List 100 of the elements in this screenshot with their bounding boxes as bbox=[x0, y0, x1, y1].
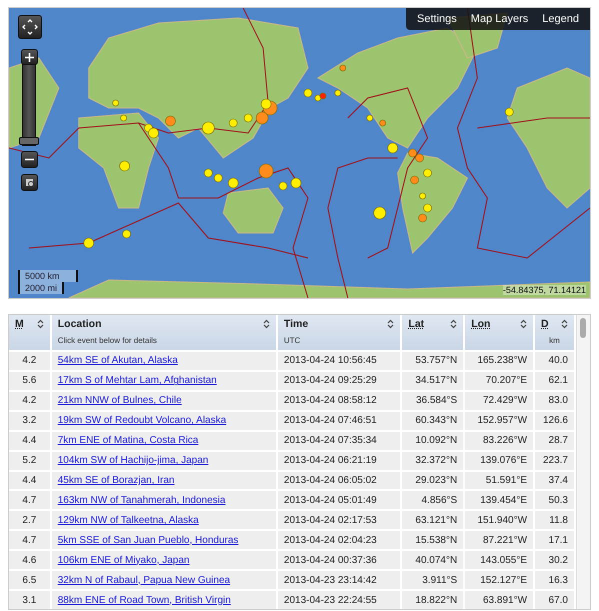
zoom-box-button[interactable] bbox=[21, 174, 38, 191]
table-cell: 6.5 bbox=[9, 570, 51, 590]
column-header[interactable]: M bbox=[9, 315, 51, 351]
table-cell: 28.7 bbox=[534, 430, 575, 451]
table-cell: 5.2 bbox=[9, 450, 51, 471]
sort-icon[interactable] bbox=[520, 319, 528, 329]
table-cell: 139.454°E bbox=[464, 490, 534, 510]
event-link[interactable]: 88km ENE of Road Town, British Virgin bbox=[58, 594, 231, 606]
table-cell: 50.3 bbox=[534, 490, 575, 510]
table-cell: 2013-04-24 05:01:49 bbox=[276, 490, 402, 510]
table-cell: 40.0 bbox=[534, 351, 575, 371]
table-cell: 83.226°W bbox=[464, 430, 534, 451]
toolbar-button[interactable]: Settings bbox=[410, 10, 464, 28]
table-cell: 152.127°E bbox=[464, 570, 534, 590]
zoom-slider-handle[interactable] bbox=[19, 137, 39, 145]
table-cell-link[interactable]: 5km SSE of San Juan Pueblo, Honduras bbox=[50, 530, 277, 550]
sort-icon[interactable] bbox=[561, 319, 568, 329]
table-cell-link[interactable]: 19km SW of Redoubt Volcano, Alaska bbox=[50, 410, 277, 431]
column-header[interactable]: Time UTC bbox=[276, 315, 402, 351]
table-cell-link[interactable]: 163km NW of Tanahmerah, Indonesia bbox=[50, 490, 277, 510]
table-cell: 2013-04-24 08:58:12 bbox=[276, 390, 402, 411]
column-title: Time bbox=[284, 318, 308, 330]
table-cell: 2013-04-24 09:25:29 bbox=[276, 370, 402, 391]
scrollbar-thumb[interactable] bbox=[580, 318, 586, 338]
table-cell-link[interactable]: 7km ENE of Matina, Costa Rica bbox=[50, 430, 277, 451]
table-cell: 10.092°N bbox=[401, 430, 464, 451]
cursor-coordinates: -54.84375, 71.14121 bbox=[502, 285, 586, 295]
table-cell-link[interactable]: 88km ENE of Road Town, British Virgin bbox=[50, 590, 277, 609]
event-link[interactable]: 17km S of Mehtar Lam, Afghanistan bbox=[58, 375, 217, 386]
table-cell: 2013-04-23 23:14:42 bbox=[276, 570, 402, 590]
toolbar-button[interactable]: Legend bbox=[535, 10, 586, 28]
table-cell: 2013-04-24 07:35:34 bbox=[276, 430, 402, 451]
table-cell: 36.584°S bbox=[401, 390, 464, 411]
event-link[interactable]: 32km N of Rabaul, Papua New Guinea bbox=[58, 574, 230, 586]
table-cell-link[interactable]: 45km SE of Borazjan, Iran bbox=[50, 470, 277, 490]
scrollbar[interactable] bbox=[576, 315, 590, 609]
table-cell-link[interactable]: 106km ENE of Miyako, Japan bbox=[50, 550, 277, 570]
table-cell: 2013-04-24 10:56:45 bbox=[276, 351, 402, 371]
event-link[interactable]: 5km SSE of San Juan Pueblo, Honduras bbox=[58, 534, 238, 546]
table-cell: 60.343°N bbox=[401, 410, 464, 431]
event-link[interactable]: 19km SW of Redoubt Volcano, Alaska bbox=[58, 415, 226, 426]
zoom-in-button[interactable] bbox=[21, 49, 38, 65]
table-cell-link[interactable]: 129km NW of Talkeetna, Alaska bbox=[50, 510, 277, 530]
table-cell: 16.3 bbox=[534, 570, 575, 590]
column-subtitle: UTC bbox=[284, 336, 302, 345]
table-cell: 72.429°W bbox=[464, 390, 534, 411]
sort-icon[interactable] bbox=[262, 319, 270, 329]
table-cell: 11.8 bbox=[534, 510, 575, 530]
column-header[interactable]: Location Click event below for details bbox=[50, 315, 277, 351]
table-cell: 63.891°W bbox=[464, 590, 534, 609]
sort-icon[interactable] bbox=[387, 319, 394, 329]
table-cell: 2013-04-24 00:37:36 bbox=[276, 550, 402, 570]
table-cell: 17.1 bbox=[534, 530, 575, 550]
column-title: Lon bbox=[471, 318, 490, 330]
table-cell: 30.2 bbox=[534, 550, 575, 570]
table-cell: 2013-04-24 02:04:23 bbox=[276, 530, 402, 550]
table-cell: 2013-04-24 02:17:53 bbox=[276, 510, 402, 530]
table-cell: 34.517°N bbox=[401, 370, 464, 391]
table-cell: 4.2 bbox=[9, 351, 51, 371]
event-link[interactable]: 129km NW of Talkeetna, Alaska bbox=[58, 514, 199, 526]
table-cell: 70.207°E bbox=[464, 370, 534, 391]
table-cell: 139.076°E bbox=[464, 450, 534, 471]
pan-arrows-icon bbox=[22, 19, 38, 35]
table-cell-link[interactable]: 17km S of Mehtar Lam, Afghanistan bbox=[50, 370, 277, 391]
pan-control[interactable] bbox=[18, 15, 42, 39]
sort-icon[interactable] bbox=[450, 319, 458, 329]
table-cell-link[interactable]: 32km N of Rabaul, Papua New Guinea bbox=[50, 570, 277, 590]
event-link[interactable]: 104km SW of Hachijo-jima, Japan bbox=[58, 455, 208, 466]
table-cell: 29.023°N bbox=[401, 470, 464, 490]
plus-icon bbox=[25, 52, 34, 62]
event-link[interactable]: 106km ENE of Miyako, Japan bbox=[58, 554, 190, 566]
table-cell: 87.221°W bbox=[464, 530, 534, 550]
table-cell-link[interactable]: 54km SE of Akutan, Alaska bbox=[50, 351, 277, 371]
column-subtitle: km bbox=[548, 336, 561, 345]
column-header[interactable]: Lon bbox=[464, 315, 534, 351]
toolbar-button[interactable]: Map Layers bbox=[464, 10, 536, 28]
table-cell: 37.4 bbox=[534, 470, 575, 490]
table-cell: 3.2 bbox=[9, 410, 51, 431]
table-cell: 4.2 bbox=[9, 390, 51, 411]
zoom-out-button[interactable] bbox=[21, 151, 38, 168]
column-header[interactable]: D km bbox=[534, 315, 575, 351]
event-link[interactable]: 163km NW of Tanahmerah, Indonesia bbox=[58, 494, 226, 506]
table-cell: 152.957°W bbox=[464, 410, 534, 431]
table-cell: 151.940°W bbox=[464, 510, 534, 530]
table-cell-link[interactable]: 21km NNW of Bulnes, Chile bbox=[50, 390, 277, 411]
event-link[interactable]: 7km ENE of Matina, Costa Rica bbox=[58, 435, 198, 446]
event-link[interactable]: 54km SE of Akutan, Alaska bbox=[58, 355, 178, 366]
column-subtitle: Click event below for details bbox=[58, 336, 158, 345]
sort-icon[interactable] bbox=[36, 319, 44, 329]
table-cell: 223.7 bbox=[534, 450, 575, 471]
event-link[interactable]: 21km NNW of Bulnes, Chile bbox=[58, 395, 182, 406]
table-cell-link[interactable]: 104km SW of Hachijo-jima, Japan bbox=[50, 450, 277, 471]
table-cell: 2.7 bbox=[9, 510, 51, 530]
column-header[interactable]: Lat bbox=[401, 315, 464, 351]
zoom-slider[interactable] bbox=[22, 64, 36, 146]
map-panel[interactable]: Settings Map Layers Legend 5000 km 2000 mi -54.84375, 71.14121 bbox=[8, 7, 591, 299]
scale-bar-km: 5000 km bbox=[18, 270, 78, 282]
table-cell: 3.911°S bbox=[401, 570, 464, 590]
event-link[interactable]: 45km SE of Borazjan, Iran bbox=[58, 474, 174, 486]
table-cell: 18.822°N bbox=[401, 590, 464, 609]
